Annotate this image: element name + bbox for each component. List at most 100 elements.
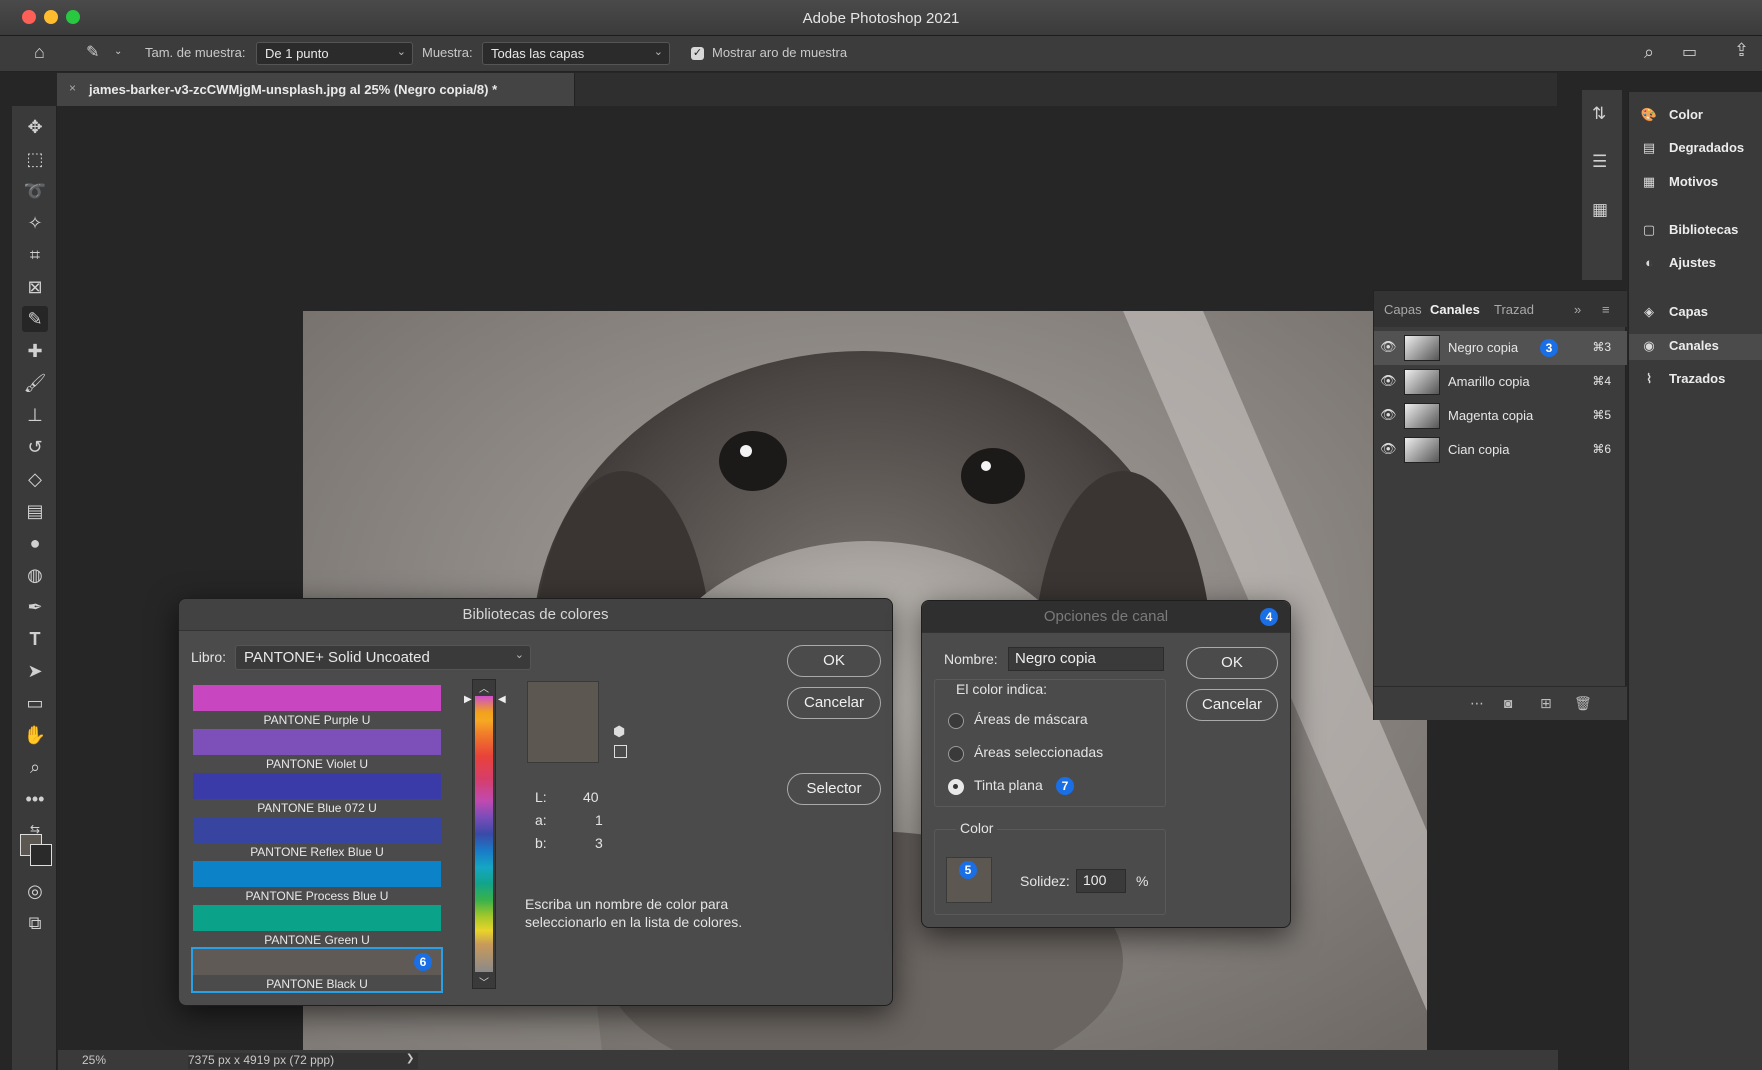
dock-item-color[interactable]: 🎨 Color bbox=[1639, 107, 1703, 129]
tab-channels[interactable]: Canales bbox=[1430, 302, 1480, 317]
dock-item-label: Bibliotecas bbox=[1669, 222, 1739, 237]
healing-brush-tool-icon[interactable]: ✚ bbox=[22, 338, 48, 364]
quick-mask-icon[interactable]: ◎ bbox=[22, 878, 48, 904]
channel-row[interactable]: 👁 Magenta copia ⌘5 bbox=[1374, 399, 1627, 433]
chevron-down-icon[interactable]: ⌄ bbox=[114, 46, 122, 57]
book-label: Libro: bbox=[191, 649, 227, 665]
ok-button[interactable]: OK bbox=[787, 645, 881, 677]
swatch-name: PANTONE Violet U bbox=[265, 757, 369, 771]
color-swatch-item[interactable]: PANTONE Purple U bbox=[193, 685, 441, 729]
expand-panel-icon[interactable]: » bbox=[1574, 302, 1581, 317]
channel-thumbnail bbox=[1404, 403, 1440, 429]
trash-icon[interactable]: 🗑 bbox=[1574, 695, 1592, 712]
picker-button[interactable]: Selector bbox=[787, 773, 881, 805]
move-tool-icon[interactable]: ✥ bbox=[22, 114, 48, 140]
sample-value: Todas las capas bbox=[491, 46, 585, 61]
color-spectrum-slider[interactable]: ︿ ﹀ ▶ ◀ bbox=[464, 679, 506, 989]
show-ring-checkbox[interactable]: ✓ bbox=[691, 47, 704, 60]
color-swatch-item[interactable]: PANTONE Reflex Blue U bbox=[193, 817, 441, 861]
more-tools-icon[interactable]: ••• bbox=[22, 786, 48, 812]
save-selection-icon[interactable]: ◙ bbox=[1504, 695, 1512, 711]
eyedropper-tool-icon[interactable]: ✎ bbox=[22, 306, 48, 332]
channels-panel: Capas Canales Trazad » ≡ 👁 Negro copia 3… bbox=[1373, 290, 1627, 720]
dodge-tool-icon[interactable]: ◍ bbox=[22, 562, 48, 588]
tab-paths[interactable]: Trazad bbox=[1494, 302, 1534, 317]
radio-mask-areas[interactable] bbox=[948, 713, 964, 729]
options-bar: ⌂ ✎ ⌄ Tam. de muestra: De 1 punto ⌄ Mues… bbox=[0, 36, 1762, 72]
color-swatch-item[interactable]: PANTONE Green U bbox=[193, 905, 441, 949]
path-selection-tool-icon[interactable]: ➤ bbox=[22, 658, 48, 684]
properties-icon[interactable]: ☰ bbox=[1592, 152, 1607, 172]
history-brush-tool-icon[interactable]: ↺ bbox=[22, 434, 48, 460]
visibility-eye-icon[interactable]: 👁 bbox=[1380, 373, 1397, 389]
scroll-down-icon[interactable]: ﹀ bbox=[473, 974, 495, 989]
history-icon[interactable]: ⇅ bbox=[1592, 104, 1606, 124]
color-swatch-item-selected[interactable]: 6 PANTONE Black U bbox=[191, 947, 443, 993]
ok-button[interactable]: OK bbox=[1186, 647, 1278, 679]
dock-item-adjustments[interactable]: ◐ Ajustes bbox=[1639, 255, 1716, 277]
color-swatch-item[interactable]: PANTONE Process Blue U bbox=[193, 861, 441, 905]
document-tab[interactable]: × james-barker-v3-zcCWMjgM-unsplash.jpg … bbox=[57, 73, 575, 106]
dock-item-paths[interactable]: ⌇ Trazados bbox=[1639, 371, 1726, 393]
web-color-icon[interactable] bbox=[614, 745, 627, 758]
document-dimensions: 7375 px x 4919 px (72 ppp) bbox=[188, 1053, 335, 1067]
stamp-tool-icon[interactable]: ⊥ bbox=[22, 402, 48, 428]
share-icon[interactable]: ⇪ bbox=[1734, 40, 1749, 61]
magic-wand-tool-icon[interactable]: ✧ bbox=[22, 210, 48, 236]
close-tab-icon[interactable]: × bbox=[69, 81, 76, 95]
zoom-tool-icon[interactable]: ⌕ bbox=[22, 754, 48, 780]
scroll-up-icon[interactable]: ︿ bbox=[473, 680, 495, 695]
pen-tool-icon[interactable]: ✒ bbox=[22, 594, 48, 620]
marquee-tool-icon[interactable]: ⬚ bbox=[22, 146, 48, 172]
channel-row[interactable]: 👁 Cian copia ⌘6 bbox=[1374, 433, 1627, 467]
new-channel-icon[interactable]: ⊞ bbox=[1540, 695, 1552, 712]
search-icon[interactable]: ⌕ bbox=[1644, 42, 1654, 63]
frame-tool-icon[interactable]: ⊠ bbox=[22, 274, 48, 300]
channel-name-input[interactable]: Negro copia bbox=[1008, 647, 1164, 671]
workspace-icon[interactable]: ▭ bbox=[1682, 42, 1697, 62]
radio-selected-areas[interactable] bbox=[948, 746, 964, 762]
book-select[interactable]: PANTONE+ Solid Uncoated ⌄ bbox=[235, 645, 531, 670]
color-swatch-item[interactable]: PANTONE Blue 072 U bbox=[193, 773, 441, 817]
tab-layers[interactable]: Capas bbox=[1384, 302, 1422, 317]
eraser-tool-icon[interactable]: ◇ bbox=[22, 466, 48, 492]
spectrum-gradient[interactable] bbox=[475, 696, 493, 972]
crop-tool-icon[interactable]: ⌗ bbox=[22, 242, 48, 268]
type-tool-icon[interactable]: T bbox=[22, 626, 48, 652]
channel-row[interactable]: 👁 Negro copia 3 ⌘3 bbox=[1374, 331, 1627, 365]
dock-item-gradients[interactable]: ▤ Degradados bbox=[1639, 140, 1744, 162]
dock-item-patterns[interactable]: ▦ Motivos bbox=[1639, 174, 1718, 196]
radio-spot-color[interactable] bbox=[948, 779, 964, 795]
panel-menu-icon[interactable]: ≡ bbox=[1602, 302, 1610, 317]
background-color-swatch[interactable] bbox=[30, 844, 52, 866]
solidity-input[interactable]: 100 bbox=[1076, 869, 1126, 893]
swatch-bar bbox=[193, 905, 441, 931]
hand-tool-icon[interactable]: ✋ bbox=[22, 722, 48, 748]
cancel-button[interactable]: Cancelar bbox=[1186, 689, 1278, 721]
status-menu-arrow[interactable]: ❯ bbox=[406, 1053, 414, 1064]
sample-select[interactable]: Todas las capas ⌄ bbox=[482, 42, 670, 65]
lasso-tool-icon[interactable]: ➰ bbox=[22, 178, 48, 204]
table-icon[interactable]: ▦ bbox=[1592, 200, 1608, 220]
home-icon[interactable]: ⌂ bbox=[34, 42, 45, 63]
visibility-eye-icon[interactable]: 👁 bbox=[1380, 339, 1397, 355]
brush-tool-icon[interactable]: 🖌 bbox=[22, 370, 48, 396]
gradient-tool-icon[interactable]: ▤ bbox=[22, 498, 48, 524]
dock-item-libraries[interactable]: ▢ Bibliotecas bbox=[1639, 222, 1739, 244]
load-selection-icon[interactable]: ⋯ bbox=[1470, 695, 1484, 712]
channel-row[interactable]: 👁 Amarillo copia ⌘4 bbox=[1374, 365, 1627, 399]
visibility-eye-icon[interactable]: 👁 bbox=[1380, 441, 1397, 457]
dock-item-layers[interactable]: ◈ Capas bbox=[1639, 304, 1708, 326]
visibility-eye-icon[interactable]: 👁 bbox=[1380, 407, 1397, 423]
rectangle-tool-icon[interactable]: ▭ bbox=[22, 690, 48, 716]
zoom-level[interactable]: 25% bbox=[82, 1053, 106, 1067]
eyedropper-tool-preset-icon[interactable]: ✎ bbox=[86, 42, 99, 62]
dock-item-channels[interactable]: ◉ Canales bbox=[1629, 334, 1762, 360]
cube-warning-icon[interactable]: ⬢ bbox=[613, 723, 625, 740]
color-swatch-item[interactable]: PANTONE Violet U bbox=[193, 729, 441, 773]
blur-tool-icon[interactable]: ● bbox=[22, 530, 48, 556]
cancel-button[interactable]: Cancelar bbox=[787, 687, 881, 719]
sample-size-select[interactable]: De 1 punto ⌄ bbox=[256, 42, 413, 65]
spot-color-swatch[interactable]: 5 bbox=[946, 857, 992, 903]
screen-mode-icon[interactable]: ⧉ bbox=[22, 910, 48, 936]
